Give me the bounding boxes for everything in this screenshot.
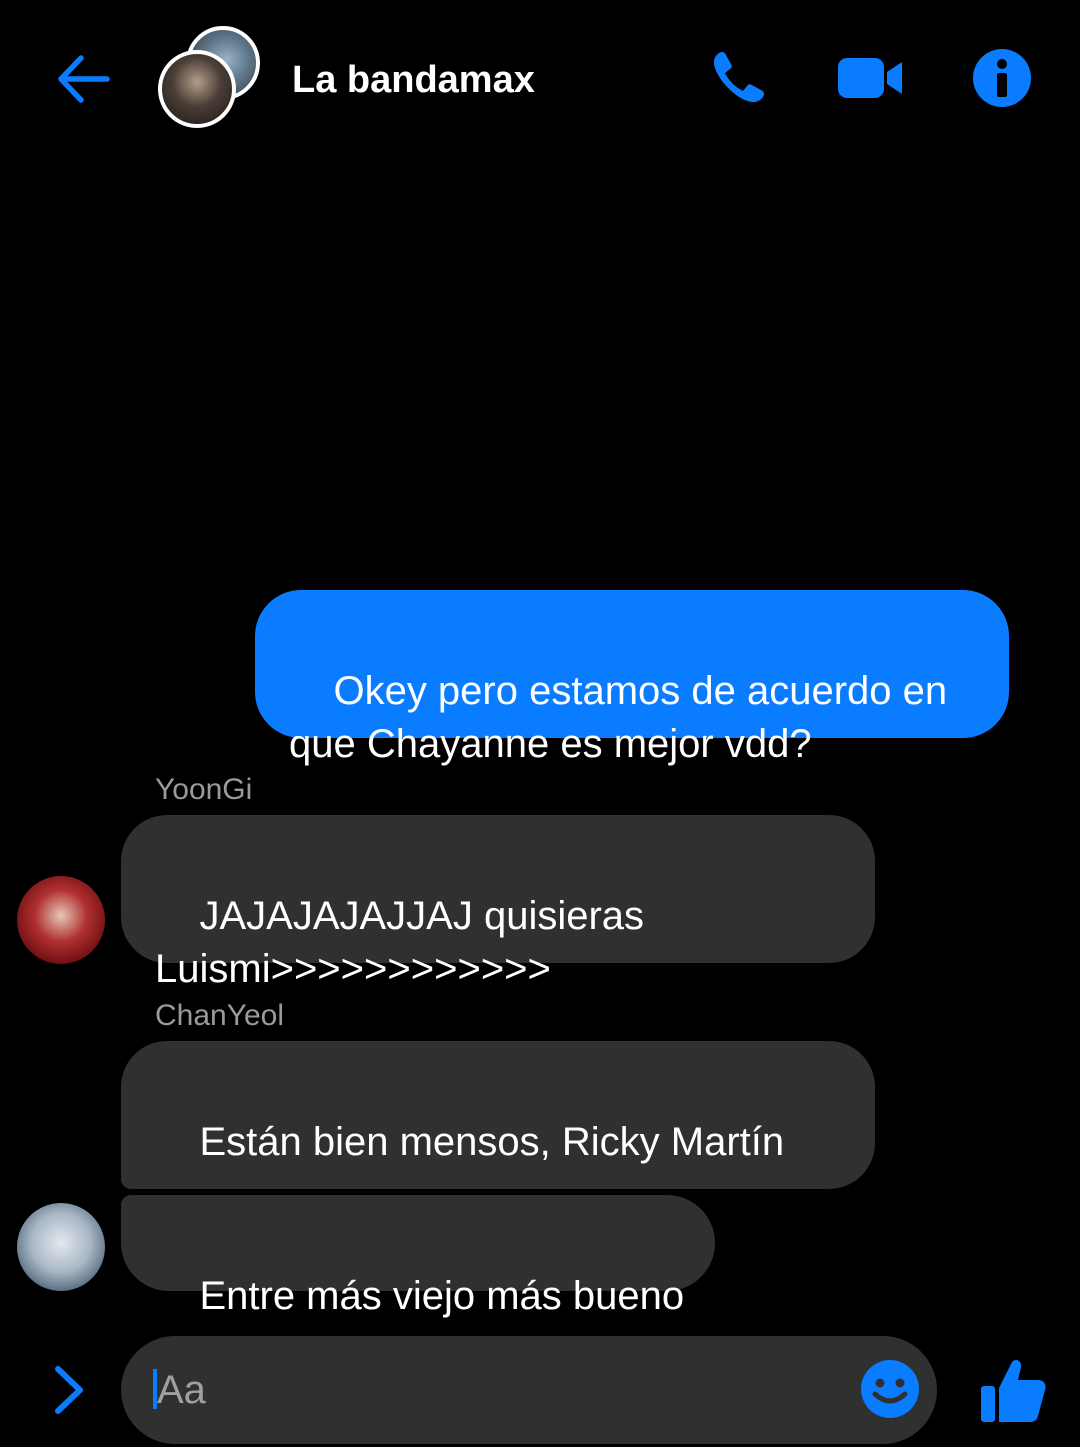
message-composer [121, 1336, 937, 1444]
info-icon [973, 49, 1031, 107]
message-bubble-incoming[interactable]: JAJAJAJAJJAJ quisieras Luismi>>>>>>>>>>>… [121, 815, 875, 991]
chevron-right-icon [55, 1366, 83, 1414]
message-text: Okey pero estamos de acuerdo en que Chay… [289, 669, 948, 766]
chat-title[interactable]: La bandamax [292, 54, 535, 106]
message-bubble-outgoing[interactable]: Okey pero estamos de acuerdo en que Chay… [255, 590, 1009, 766]
smiley-icon[interactable] [859, 1358, 921, 1420]
group-avatar[interactable] [158, 26, 262, 130]
video-call-button[interactable] [836, 44, 904, 112]
info-button[interactable] [968, 44, 1036, 112]
video-camera-icon [838, 58, 902, 98]
message-text: JAJAJAJAJJAJ quisieras Luismi>>>>>>>>>>>… [155, 894, 645, 991]
avatar[interactable] [17, 876, 105, 964]
expand-actions-button[interactable] [44, 1360, 94, 1420]
back-button[interactable] [52, 48, 114, 110]
sender-name: ChanYeol [155, 999, 285, 1032]
phone-icon [713, 52, 764, 103]
avatar[interactable] [17, 1203, 105, 1291]
like-button[interactable] [972, 1350, 1054, 1432]
sender-name: YoonGi [155, 773, 253, 806]
call-button[interactable] [704, 44, 772, 112]
member-avatar-front [158, 50, 236, 128]
message-bubble-incoming[interactable]: Entre más viejo más bueno [121, 1195, 715, 1318]
message-text: Entre más viejo más bueno [199, 1274, 685, 1318]
chat-header: La bandamax [0, 0, 1080, 160]
message-bubble-incoming[interactable]: Están bien mensos, Ricky Martín [121, 1041, 875, 1275]
arrow-left-icon [58, 55, 110, 103]
message-input[interactable] [157, 1360, 837, 1420]
thumbs-up-icon [981, 1359, 1046, 1422]
message-text: Están bien mensos, Ricky Martín [199, 1120, 785, 1164]
